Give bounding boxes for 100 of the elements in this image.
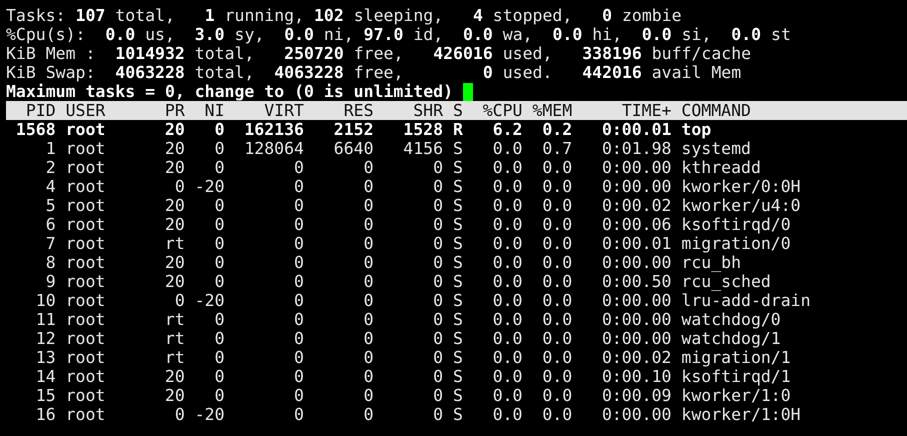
table-cell-text: 20 [164,120,185,139]
table-cell-text: 0:00.00 [600,177,672,196]
table-cell-text: 0 [362,196,374,215]
table-cell-text: 20 [164,139,185,158]
table-cell-text: 0 [293,253,304,272]
table-cell-text: rt [164,329,185,348]
table-cell-text: 0 [362,310,374,329]
table-cell-text: kworker/u4:0 [680,196,802,215]
table-cell-text: 0 [432,234,444,253]
column-header: %MEM [531,101,572,120]
table-cell-text: root [64,291,106,310]
table-cell-text: 0.0 [541,310,572,329]
table-cell-text: -20 [194,177,225,196]
table-cell-text: 15 [34,386,56,405]
table-cell-text: root [64,215,106,234]
table-cell-text: 20 [164,272,185,291]
table-cell-text: 0.0 [492,196,522,215]
table-cell-text: root [64,272,106,291]
table-cell-text: migration/1 [680,348,792,367]
table-cell-text: rcu_bh [680,253,742,272]
table-cell-text: 0 [214,120,225,139]
table-cell-text: root [64,177,106,196]
table-cell-text: 0 [174,405,185,424]
table-cell-text: 0 [432,367,444,386]
table-cell-text: 0.0 [492,329,522,348]
table-cell-text: S [452,234,463,253]
table-cell-text: 0.0 [541,367,572,386]
table-cell-text: 13 [34,348,56,367]
table-cell-text: 2152 [332,120,374,139]
table-cell-text: S [452,329,463,348]
table-cell-text: kworker/1:0H [680,405,802,424]
table-cell-text: 0.0 [541,196,572,215]
summary-line: KiB Mem : 1014932 total, 250720 free, 426016 used, 338196 buff/cache [6,44,752,63]
table-cell-text: 0 [214,234,225,253]
column-header: COMMAND [680,101,752,120]
table-cell-text: 0.0 [541,348,572,367]
table-cell-text: 0 [293,367,304,386]
table-cell-text: 0:00.02 [600,196,672,215]
table-cell-text: root [64,310,106,329]
table-cell-text: 0 [362,348,374,367]
table-cell-text: 0 [432,177,444,196]
table-cell-text: 0 [293,348,304,367]
table-cell-text: S [452,139,463,158]
table-cell-text: R [452,120,463,139]
table-cell-text: S [452,272,463,291]
table-cell-text: kthreadd [680,158,762,177]
table-cell-text: 12 [34,329,56,348]
table-cell-text: systemd [680,139,752,158]
table-cell-text: kworker/1:0 [680,386,792,405]
column-header: TIME+ [620,101,672,120]
table-cell-text: 5 [44,196,56,215]
table-cell-text: root [64,158,106,177]
table-cell-text: 0:00.09 [600,386,672,405]
table-cell-text: 0 [293,405,304,424]
table-cell-text: 0 [174,291,185,310]
table-cell-text: S [452,405,463,424]
table-cell-text: 0.0 [541,329,572,348]
table-cell-text: 0 [432,272,444,291]
column-header: PID [24,101,56,120]
table-cell-text: 0 [293,329,304,348]
table-cell-text: 0 [432,196,444,215]
table-cell-text: ksoftirqd/0 [680,215,792,234]
table-cell-text: 0.0 [541,158,572,177]
table-cell-text: 7 [44,234,56,253]
table-cell-text: 0 [214,310,225,329]
table-cell-text: 0:01.98 [600,139,672,158]
column-header: USER [64,101,106,120]
table-cell-text: rt [164,234,185,253]
table-cell-text: 0 [293,234,304,253]
table-cell-text: 0 [362,272,374,291]
table-cell-text: 0.0 [492,253,522,272]
table-cell-text: 0 [293,291,304,310]
table-cell-text: 0.2 [541,120,572,139]
table-cell-text: 0 [293,158,304,177]
table-cell-text: 0:00.50 [600,272,672,291]
table-cell-text: 0 [362,386,374,405]
table-cell-text: 20 [164,158,185,177]
table-cell-text: 8 [44,253,56,272]
table-cell-text: 162136 [243,120,304,139]
column-header: %CPU [482,101,522,120]
table-cell-text: 0 [214,386,225,405]
table-cell-text: 9 [44,272,56,291]
table-cell-text: 6.2 [492,120,522,139]
table-cell-text: 0.0 [492,215,522,234]
table-cell-text: 0:00.00 [600,253,672,272]
table-cell-text: 0 [214,329,225,348]
table-cell-text: rt [164,310,185,329]
table-cell-text: 20 [164,215,185,234]
table-cell-text: 0 [214,196,225,215]
table-cell-text: 16 [34,405,56,424]
table-cell-text: -20 [194,405,225,424]
table-cell-text: 0 [432,329,444,348]
table-cell-text: 0 [293,386,304,405]
table-cell-text: S [452,196,463,215]
table-cell-text: 0.0 [492,405,522,424]
table-cell-text: 0.0 [492,291,522,310]
table-cell-text: S [452,348,463,367]
table-cell-text: 0:00.00 [600,310,672,329]
table-cell-text: S [452,386,463,405]
table-cell-text: 0:00.00 [600,329,672,348]
